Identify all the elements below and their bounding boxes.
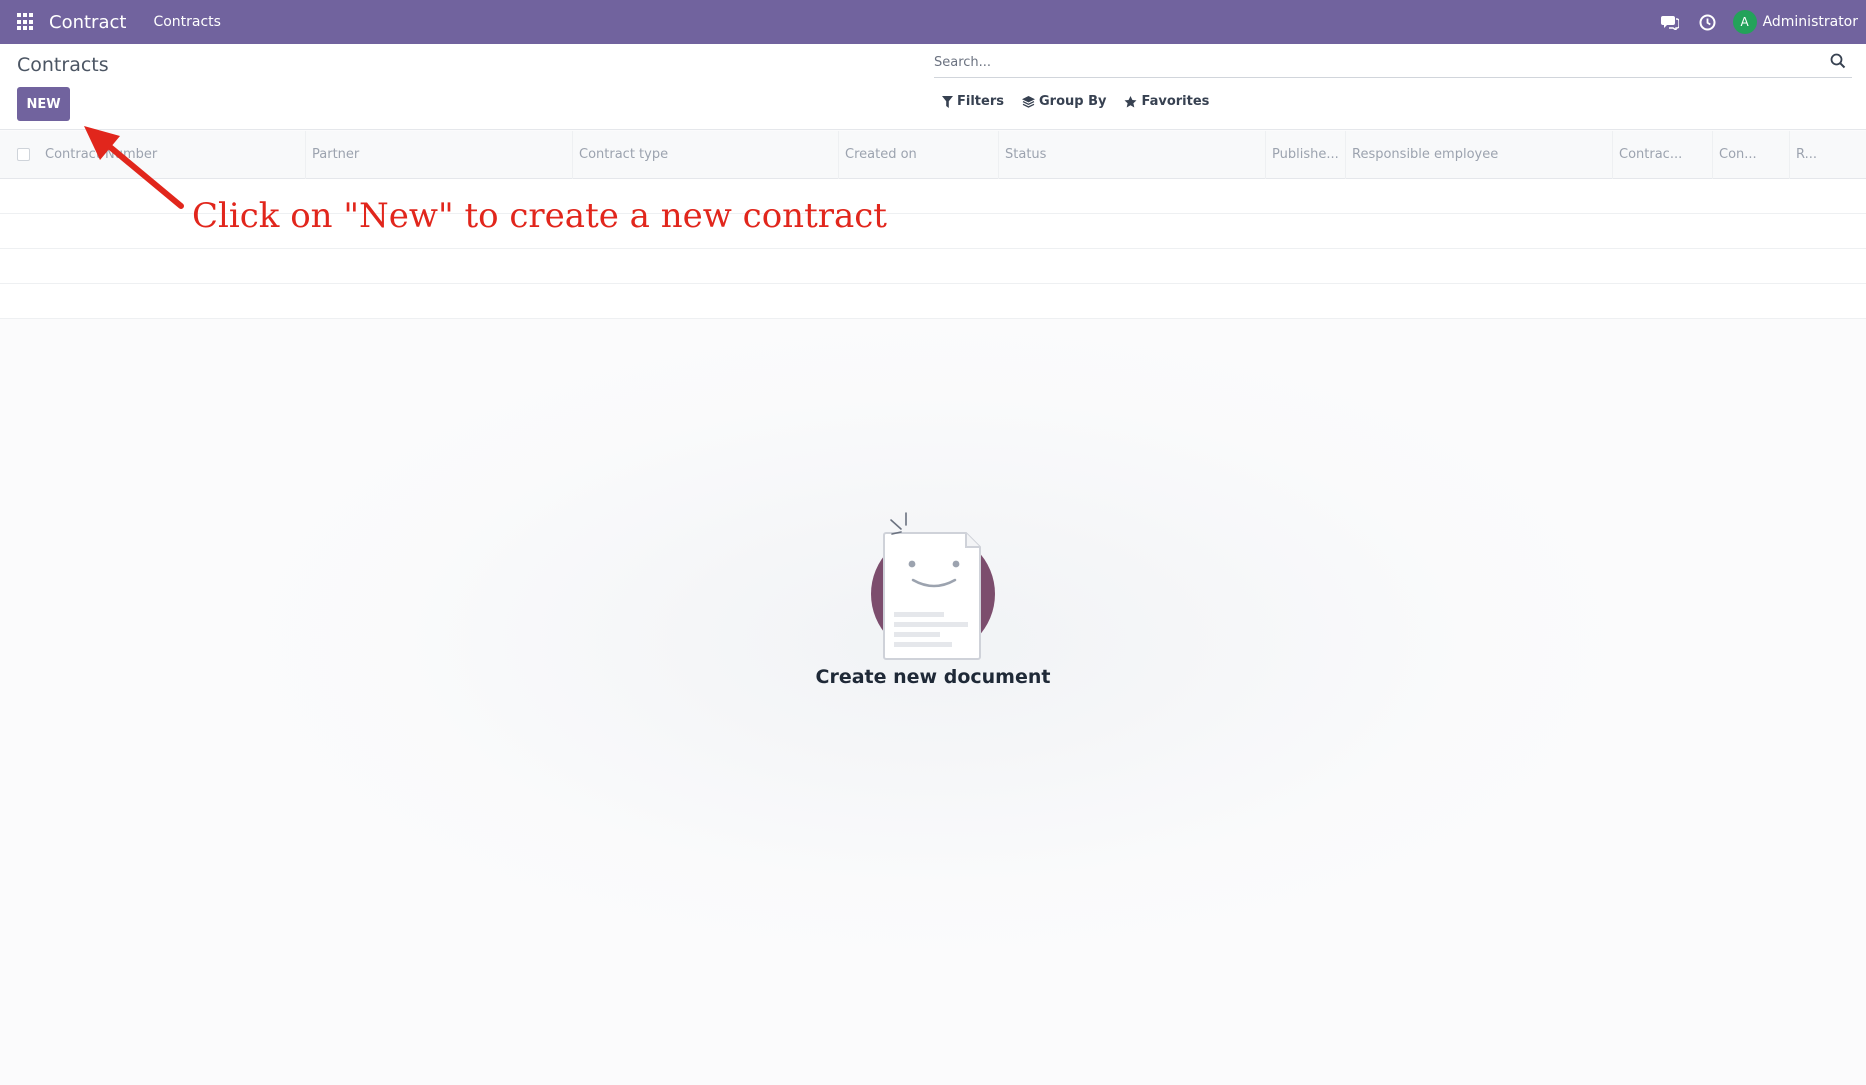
list-row bbox=[0, 284, 1866, 319]
column-responsible-employee[interactable]: Responsible employee bbox=[1345, 131, 1612, 179]
list-header: Contract Number Partner Contract type Cr… bbox=[0, 131, 1866, 179]
column-contract-type[interactable]: Contract type bbox=[572, 131, 838, 179]
favorites-label: Favorites bbox=[1141, 94, 1210, 109]
column-status[interactable]: Status bbox=[998, 131, 1265, 179]
star-icon bbox=[1124, 95, 1137, 107]
favorites-button[interactable]: Favorites bbox=[1124, 94, 1209, 109]
chat-icon[interactable] bbox=[1651, 0, 1689, 44]
user-menu[interactable]: A Administrator bbox=[1732, 10, 1858, 34]
navbar-systray: A Administrator bbox=[1651, 0, 1858, 44]
list-row bbox=[0, 249, 1866, 284]
group-by-button[interactable]: Group By bbox=[1021, 94, 1107, 109]
column-con[interactable]: Con... bbox=[1712, 131, 1789, 179]
top-navbar: Contract Contracts A Administrator bbox=[0, 0, 1866, 44]
filter-icon bbox=[942, 95, 953, 108]
group-by-label: Group By bbox=[1038, 94, 1107, 109]
filters-label: Filters bbox=[957, 94, 1004, 109]
control-panel: Contracts NEW Filters Group By Favorites bbox=[0, 44, 1866, 130]
search-options: Filters Group By Favorites bbox=[942, 94, 1227, 109]
avatar: A bbox=[1732, 10, 1757, 34]
select-all-checkbox[interactable] bbox=[17, 148, 30, 161]
clock-icon[interactable] bbox=[1689, 0, 1727, 44]
user-name: Administrator bbox=[1762, 14, 1858, 30]
column-created-on[interactable]: Created on bbox=[838, 131, 998, 179]
search-bar bbox=[934, 48, 1852, 78]
app-name[interactable]: Contract bbox=[49, 12, 126, 33]
column-published[interactable]: Publishe... bbox=[1265, 131, 1345, 179]
column-partner[interactable]: Partner bbox=[305, 131, 572, 179]
empty-state-title: Create new document bbox=[815, 666, 1051, 688]
apps-grid-icon[interactable] bbox=[17, 13, 35, 31]
layers-icon bbox=[1021, 95, 1035, 108]
search-input[interactable] bbox=[934, 48, 1804, 76]
column-contract-extra[interactable]: Contrac... bbox=[1612, 131, 1712, 179]
column-r[interactable]: R... bbox=[1789, 131, 1866, 179]
menu-item-contracts[interactable]: Contracts bbox=[153, 14, 221, 30]
new-button[interactable]: NEW bbox=[17, 87, 70, 121]
page-title: Contracts bbox=[17, 54, 109, 76]
annotation-text: Click on "New" to create a new contract bbox=[192, 196, 887, 236]
annotation-arrow bbox=[84, 126, 184, 209]
search-icon[interactable] bbox=[1830, 53, 1848, 71]
empty-document-illustration bbox=[868, 508, 998, 664]
filters-button[interactable]: Filters bbox=[942, 94, 1004, 109]
